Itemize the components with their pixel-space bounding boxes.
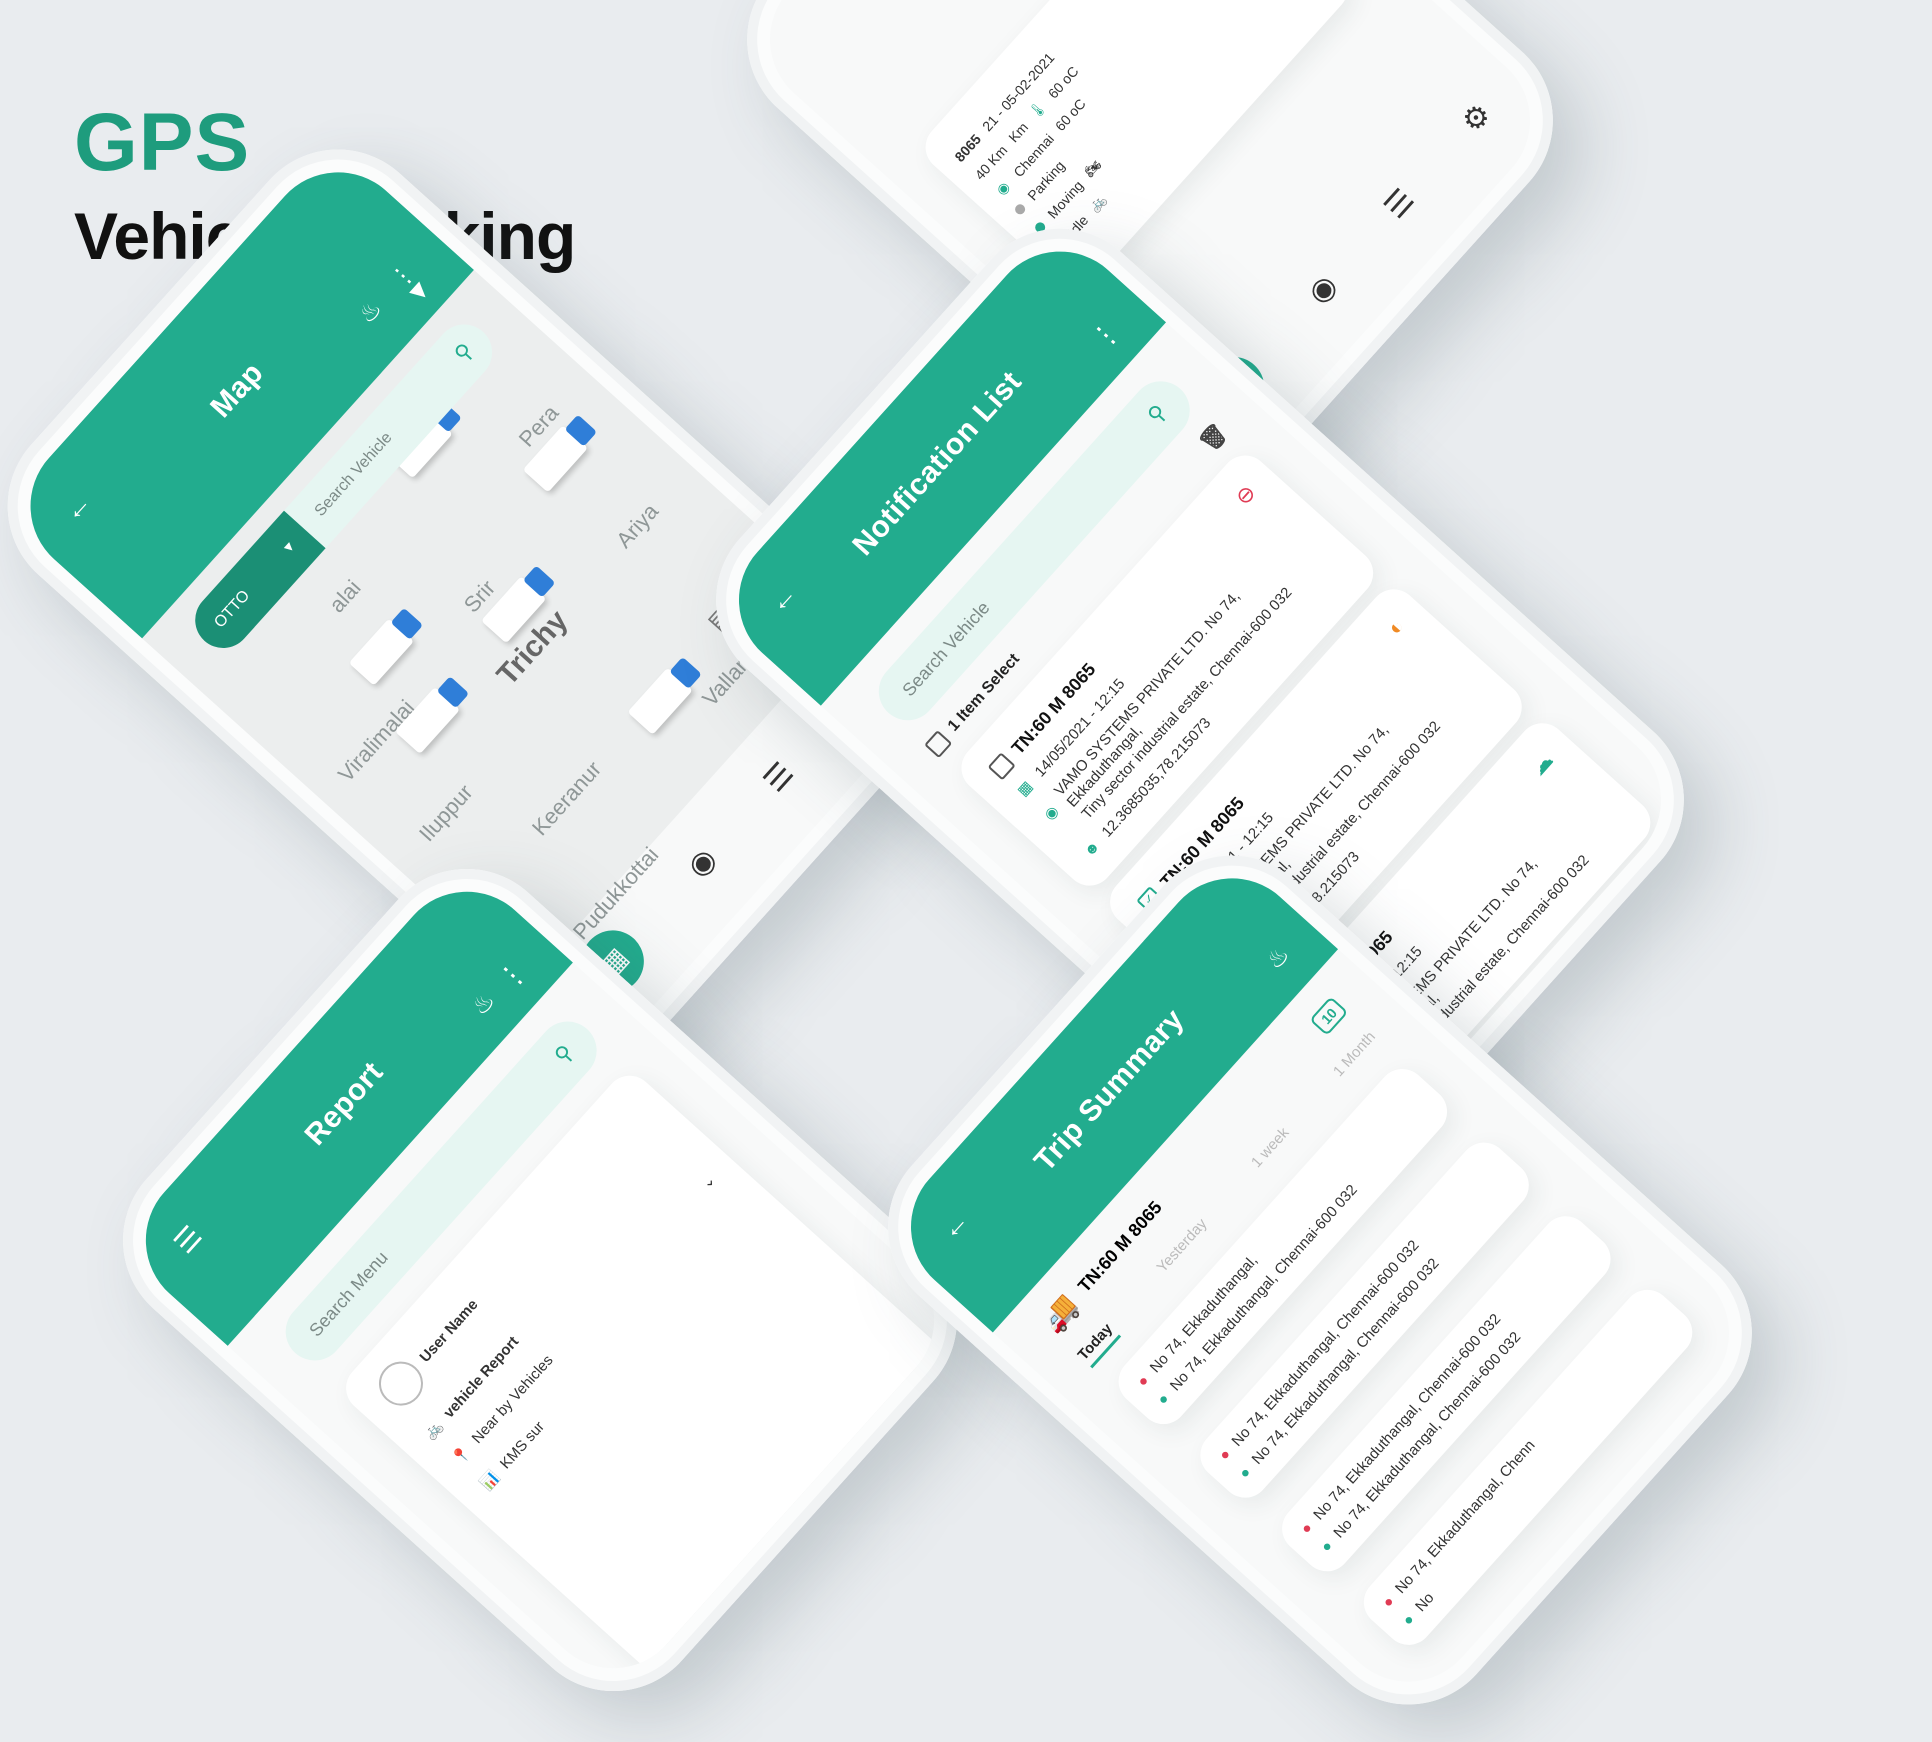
item-checkbox[interactable] [987, 752, 1016, 781]
search-icon: ⚲ [549, 1039, 579, 1069]
parking-dot [1013, 202, 1028, 217]
speed-alert-icon: ◐ [1381, 613, 1410, 641]
start-marker-icon: ● [1134, 1372, 1153, 1391]
more-icon[interactable]: ⋮ [1085, 314, 1127, 356]
calendar-icon: ▦ [1014, 777, 1037, 800]
chevron-down-icon: ▾ [280, 538, 299, 557]
bicycle-icon: 🚲 [421, 1417, 447, 1443]
menu-item[interactable]: 📍 Near by Vehicles ⌄ [449, 1171, 719, 1468]
dropdown-value: OTTO [211, 587, 254, 632]
page-title: Map [204, 356, 270, 425]
end-marker-icon: ● [1399, 1611, 1419, 1630]
avatar [369, 1352, 433, 1415]
chart-icon: 📊 [477, 1468, 503, 1494]
back-arrow-icon[interactable]: ← [933, 1204, 975, 1246]
truck-icon: 🚚 [1035, 1289, 1085, 1339]
trash-icon[interactable]: 🗑 [1195, 419, 1233, 457]
truck-marker[interactable] [394, 686, 461, 755]
map-place-alai: alai [324, 575, 366, 618]
user-name: User Name [416, 1295, 482, 1366]
end-marker-icon: ● [1235, 1463, 1255, 1483]
location-pin-icon: ◉ [1040, 802, 1063, 824]
start-marker-icon: ● [1379, 1593, 1398, 1612]
report-phone: ☰ Report ♨ ⋮ Search Menu ⚲ User Name 🚲 ve… [85, 831, 995, 1729]
status-km: Km [1004, 118, 1031, 146]
end-marker-icon: ● [1154, 1390, 1173, 1409]
gear-icon[interactable]: ⚙ [1454, 96, 1498, 139]
document-icon[interactable]: ☰ [757, 755, 801, 798]
trip-phone: ← Trip Summary ♨ 🚚 TN:60 M 8065 10 Today… [850, 817, 1790, 1742]
tab-1-month[interactable]: 1 Month [1330, 1028, 1384, 1084]
map-place-keeranur: Keeranur [527, 756, 607, 841]
tab-1-week[interactable]: 1 week [1248, 1124, 1298, 1175]
start-marker-icon: ● [1215, 1445, 1235, 1464]
select-all-checkbox[interactable] [924, 730, 953, 759]
trip-screen: ← Trip Summary ♨ 🚚 TN:60 M 8065 10 Today… [881, 848, 1759, 1712]
motorbike-icon: 🏍 [1080, 156, 1105, 180]
truck-marker[interactable] [348, 618, 415, 686]
search-icon: ⚲ [1142, 399, 1172, 429]
calendar-icon[interactable]: 10 [1309, 995, 1349, 1036]
tab-today[interactable]: Today [1074, 1320, 1122, 1369]
bell-icon[interactable]: ♨ [1261, 941, 1295, 975]
map-pin-icon: 📍 [449, 1442, 475, 1469]
page-title: Trip Summary [1028, 1002, 1191, 1178]
more-icon[interactable]: ⋮ [491, 954, 533, 996]
map-place-iluppur: Iluppur [414, 779, 478, 847]
vehicle-plate: 8065 [951, 130, 985, 165]
bell-icon[interactable]: ♨ [466, 987, 500, 1021]
start-marker-icon: ● [1297, 1519, 1317, 1538]
back-arrow-icon[interactable]: ← [56, 486, 98, 528]
thermometer-icon: 🌡 [1025, 97, 1050, 122]
location-pin-icon[interactable]: ◉ [1301, 268, 1345, 311]
end-marker-icon: ● [1317, 1537, 1337, 1556]
page-title: Notification List [846, 365, 1029, 562]
stop-alert-icon: ⊖ [1229, 479, 1261, 511]
page-title: Report [298, 1055, 390, 1152]
trip-to: No [1412, 1589, 1438, 1616]
search-placeholder: Search Menu [304, 1247, 392, 1341]
search-icon: ⚲ [449, 337, 479, 367]
map-place-ariya: Ariya [611, 498, 664, 553]
menu-icon[interactable]: ☰ [168, 1220, 208, 1259]
truck-marker[interactable] [627, 667, 693, 735]
person-pin-icon: ☻ [1080, 837, 1104, 861]
cloud-icon: ☁ [1524, 747, 1559, 781]
bell-icon[interactable]: ♨ [353, 295, 387, 329]
back-arrow-icon[interactable]: ← [761, 578, 803, 620]
chevron-down-icon: ⌄ [697, 1171, 720, 1193]
report-menu-card: User Name 🚲 vehicle Report 📍 Near by Vehic… [336, 1065, 938, 1669]
menu-item-label: KMS sur [496, 1417, 548, 1472]
location-pin-icon: ◉ [992, 178, 1013, 199]
bicycle-icon: 🚲 [1085, 191, 1109, 215]
document-icon[interactable]: ☰ [1377, 182, 1421, 225]
location-pin-icon[interactable]: ◉ [680, 841, 724, 884]
report-screen: ☰ Report ♨ ⋮ Search Menu ⚲ User Name 🚲 ve… [116, 862, 964, 1698]
